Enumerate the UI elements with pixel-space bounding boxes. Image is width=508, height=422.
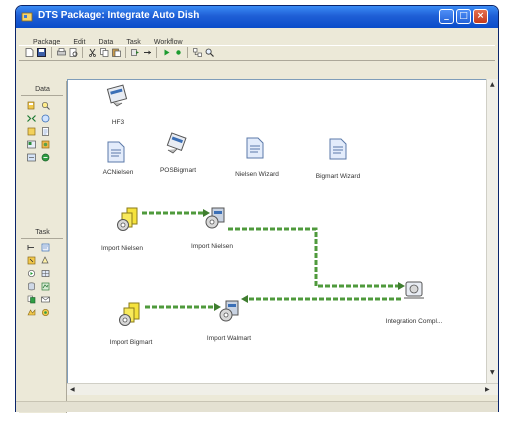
canvas-object-import-walmart[interactable]: [217, 298, 243, 324]
package-task-icon: [117, 207, 138, 231]
text-file-icon: [329, 138, 347, 160]
canvas-object-import-bigmart[interactable]: [116, 301, 144, 327]
connection-icon: [166, 132, 187, 154]
connection-icon: [106, 84, 128, 107]
canvas-object-hf3[interactable]: [105, 84, 131, 108]
transform-task-icon: [205, 207, 225, 229]
integration-task-icon: [404, 281, 424, 299]
object-label-hf3: HF3: [111, 119, 125, 126]
workflow-arrows: [142, 209, 405, 311]
object-label-import-nielsen-1: Import Nielsen: [101, 245, 143, 252]
text-file-icon: [107, 141, 125, 163]
canvas-object-nielsen-wizard[interactable]: [246, 137, 264, 159]
object-label-import-walmart: Import Walmart: [206, 335, 252, 342]
object-label-acnielsen: ACNielsen: [102, 169, 134, 176]
object-label-import-nielsen-2: Import Nielsen: [191, 243, 233, 250]
object-label-nielsen-wizard: Nielsen Wizard: [235, 171, 279, 178]
canvas-object-integration[interactable]: [402, 278, 428, 302]
text-file-icon: [246, 137, 264, 159]
object-label-integration: Integration Compl...: [385, 318, 443, 325]
object-label-import-bigmart: Import Bigmart: [109, 339, 153, 346]
canvas-object-import-nielsen-2[interactable]: [203, 205, 229, 231]
workflow-arrow-nielsen-integration: [228, 227, 398, 288]
canvas-object-import-nielsen-1[interactable]: [114, 206, 142, 232]
package-task-icon: [119, 302, 140, 326]
canvas-object-acnielsen[interactable]: [107, 141, 125, 163]
canvas-object-bigmart-wizard[interactable]: [329, 138, 347, 160]
object-label-posbigmart: POSBigmart: [159, 167, 197, 174]
object-label-bigmart-wizard: Bigmart Wizard: [315, 173, 361, 180]
canvas-object-posbigmart[interactable]: [164, 132, 190, 156]
transform-task-icon: [219, 300, 239, 322]
